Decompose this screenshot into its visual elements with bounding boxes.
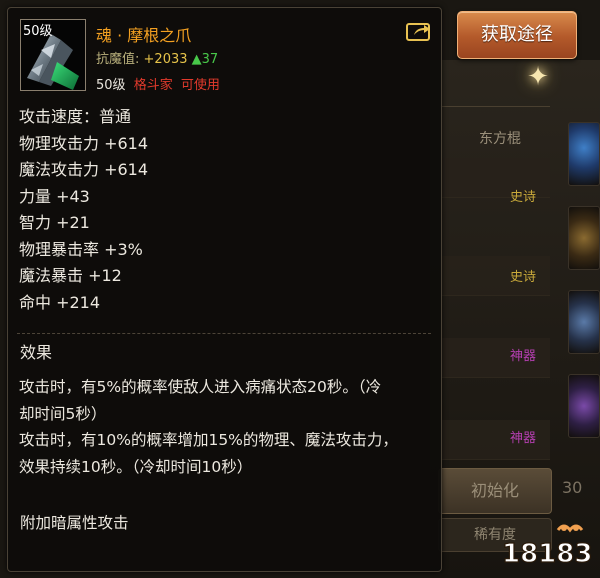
- stat-line: 攻击速度：普通: [19, 107, 132, 126]
- effect-line: 攻击时，有10%的概率增加15%的物理、魔法攻击力，: [19, 431, 398, 449]
- level-requirement: 50级: [96, 78, 126, 93]
- usable-status: 可使用: [180, 78, 220, 93]
- stat-line: 命中 +214: [19, 292, 101, 312]
- stat-line: 魔法攻击力 +614: [19, 160, 149, 179]
- magic-resist-line: 抗魔值: +2033 ▲37: [96, 48, 218, 67]
- obtain-method-button[interactable]: 获取途径: [457, 11, 577, 59]
- initialize-count: 30: [562, 478, 583, 497]
- sparkle-icon: ✦: [527, 62, 549, 92]
- item-name: 魂 · 摩根之爪: [96, 26, 192, 45]
- stats-list: 攻击速度：普通 物理攻击力 +614 魔法攻击力 +614 力量 +43 智力 …: [19, 104, 148, 316]
- item-level-badge: 50级: [23, 24, 53, 39]
- effect-line: 却时间5秒）: [19, 404, 107, 423]
- watermark-logo: 18183: [501, 524, 593, 570]
- share-icon[interactable]: [405, 20, 433, 42]
- magic-resist-label: 抗魔值:: [96, 52, 140, 67]
- equipment-thumbnail[interactable]: [568, 122, 600, 186]
- stat-line: 智力 +21: [19, 213, 90, 232]
- equipment-thumbnail[interactable]: [568, 206, 600, 270]
- stat-line: 物理攻击力 +614: [19, 133, 149, 153]
- magic-resist-increase: ▲37: [191, 52, 219, 67]
- rarity-tag: 神器: [509, 431, 536, 446]
- rarity-tag: 史诗: [509, 190, 536, 205]
- effect-line: 攻击时，有5%的概率使敌人进入病痛状态20秒。（冷: [19, 378, 382, 396]
- svg-text:18183: 18183: [502, 539, 592, 569]
- item-tooltip: 50级 魂 · 摩根之爪 抗魔值: +2033 ▲37 50级 格斗家 可使用 …: [7, 7, 442, 572]
- item-icon: 50级: [20, 19, 86, 91]
- stat-line: 魔法暴击 +12: [19, 266, 122, 285]
- equipment-thumbnail[interactable]: [568, 290, 600, 354]
- initialize-button[interactable]: 初始化: [438, 468, 552, 514]
- equipment-thumbnail[interactable]: [568, 374, 600, 438]
- effect-line: 效果持续10秒。（冷却时间10秒）: [19, 457, 253, 476]
- rarity-tag: 神器: [509, 349, 536, 364]
- requirement-line: 50级 格斗家 可使用: [96, 74, 220, 93]
- stat-line: 物理暴击率 +3%: [19, 239, 143, 259]
- magic-resist-value: +2033: [143, 52, 188, 67]
- extra-attack-effect: 附加暗属性攻击: [20, 514, 129, 532]
- section-divider: [17, 333, 431, 334]
- background-divider: [440, 106, 550, 107]
- rarity-tag: 史诗: [509, 270, 536, 285]
- effect-description: 攻击时，有5%的概率使敌人进入病痛状态20秒。（冷 却时间5秒） 攻击时，有10…: [19, 374, 429, 480]
- class-requirement: 格斗家: [133, 78, 173, 93]
- stat-line: 力量 +43: [19, 186, 90, 206]
- weapon-type-header: 东方棍: [479, 131, 521, 147]
- effect-title: 效果: [20, 343, 53, 362]
